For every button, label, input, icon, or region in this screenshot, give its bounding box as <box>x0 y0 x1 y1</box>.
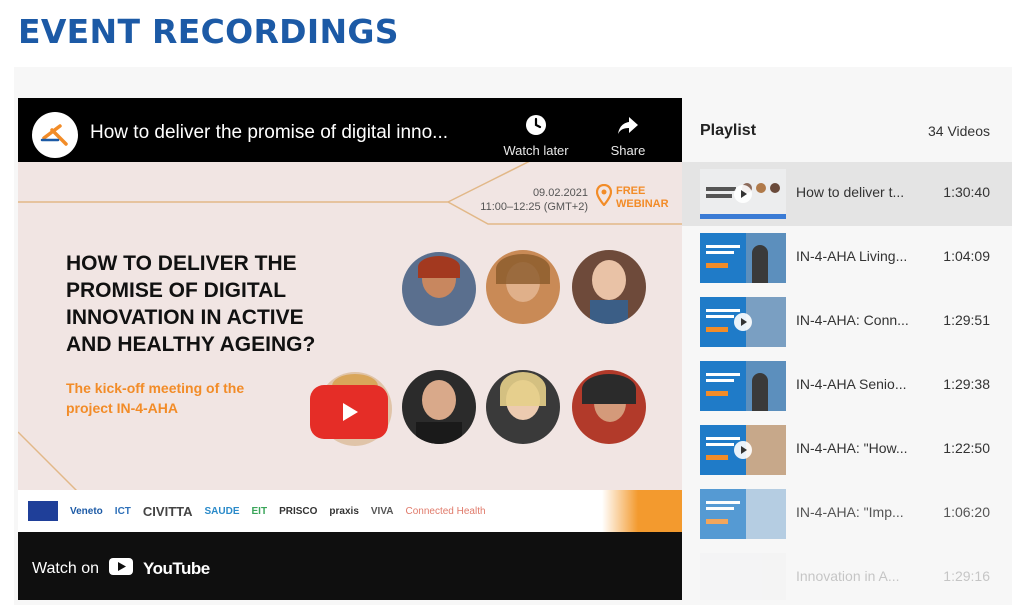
partner-logo: SAUDE <box>204 505 240 517</box>
playlist-item-duration: 1:29:51 <box>943 312 990 328</box>
page-title: EVENT RECORDINGS <box>18 12 399 51</box>
playlist-header: Playlist 34 Videos <box>682 98 1012 162</box>
partner-logo: PRISCO <box>279 505 318 517</box>
playlist-item-thumbnail <box>700 297 786 347</box>
speaker-photo <box>402 370 476 444</box>
playlist-item-duration: 1:29:16 <box>943 568 990 584</box>
share-button[interactable]: Share <box>588 112 668 158</box>
youtube-play-icon <box>109 558 133 580</box>
channel-x-icon <box>40 124 68 146</box>
speaker-portrait <box>476 250 570 324</box>
speaker-portrait <box>392 370 486 444</box>
video-player[interactable]: How to deliver the promise of digital in… <box>18 98 682 600</box>
partner-logo: ICT <box>114 505 131 517</box>
share-label: Share <box>610 143 646 158</box>
share-icon <box>588 112 668 140</box>
video-title[interactable]: How to deliver the promise of digital in… <box>90 122 448 144</box>
play-icon <box>343 403 358 421</box>
watch-on-label: Watch on <box>32 560 99 577</box>
watch-later-label: Watch later <box>503 143 569 158</box>
channel-logo[interactable] <box>32 112 78 158</box>
playlist-panel: Playlist 34 Videos How to deliver t... 1… <box>682 98 1012 600</box>
speaker-photo <box>572 370 646 444</box>
thumbnail-subline: The kick-off meeting of the project IN-4… <box>66 380 245 416</box>
playlist-item-thumbnail <box>700 489 786 539</box>
playlist-item[interactable]: Innovation in A... 1:29:16 <box>682 546 1012 600</box>
partner-logo: VIVA <box>370 505 394 517</box>
speaker-photo <box>486 250 560 324</box>
play-icon <box>734 441 752 459</box>
speaker-portrait <box>562 370 656 444</box>
thumbnail-headline: HOW TO DELIVER THE PROMISE OF DIGITAL IN… <box>66 252 316 356</box>
partner-logo: EIT <box>251 505 268 517</box>
playlist-item-title: Innovation in A... <box>796 568 900 584</box>
playlist-item-title: How to deliver t... <box>796 184 905 200</box>
playlist-item-duration: 1:30:40 <box>943 184 990 200</box>
clock-icon <box>496 112 576 140</box>
player-bottom-bar: Watch on YouTube <box>18 532 682 600</box>
partner-logos-bar: Veneto ICT CIVITTA SAUDE EIT PRISCO prax… <box>18 490 682 532</box>
partner-logo: Veneto <box>70 505 103 517</box>
speaker-portrait <box>476 370 570 444</box>
play-icon <box>734 313 752 331</box>
eu-flag-icon <box>28 501 58 521</box>
playlist-item[interactable]: How to deliver t... 1:30:40 <box>682 162 1012 226</box>
speaker-photo <box>572 250 646 324</box>
play-button[interactable] <box>310 385 388 439</box>
playlist-item-thumbnail <box>700 361 786 411</box>
speaker-portrait <box>392 252 486 326</box>
partner-logo: CIVITTA <box>142 503 193 519</box>
playlist-item-title: IN-4-AHA Senio... <box>796 376 907 392</box>
playlist-item[interactable]: IN-4-AHA: "Imp... 1:06:20 <box>682 482 1012 546</box>
playlist-title: Playlist <box>700 122 757 139</box>
playlist-item-duration: 1:06:20 <box>943 504 990 520</box>
webinar-date: 09.02.2021 11:00–12:25 (GMT+2) <box>470 186 588 214</box>
location-pin-icon <box>595 183 613 211</box>
speaker-photo <box>486 370 560 444</box>
playlist-item-thumbnail <box>700 169 786 219</box>
player-top-bar: How to deliver the promise of digital in… <box>18 98 682 162</box>
watch-later-button[interactable]: Watch later <box>496 112 576 158</box>
playlist-item-title: IN-4-AHA: "Imp... <box>796 504 904 520</box>
playlist-count: 34 Videos <box>927 123 990 139</box>
playlist-item[interactable]: IN-4-AHA Living... 1:04:09 <box>682 226 1012 290</box>
partner-logo: Connected Health <box>405 505 486 517</box>
speaker-photo <box>402 252 476 326</box>
playlist-item-title: IN-4-AHA Living... <box>796 248 908 264</box>
playlist-item[interactable]: IN-4-AHA Senio... 1:29:38 <box>682 354 1012 418</box>
playlist-item-duration: 1:22:50 <box>943 440 990 456</box>
playlist-item-thumbnail <box>700 233 786 283</box>
playlist-item-duration: 1:29:38 <box>943 376 990 392</box>
partner-logo: praxis <box>329 505 359 517</box>
youtube-wordmark: YouTube <box>143 559 210 578</box>
playlist-item[interactable]: IN-4-AHA: "How... 1:22:50 <box>682 418 1012 482</box>
webinar-date-text: 09.02.2021 <box>532 187 588 199</box>
webinar-time-text: 11:00–12:25 (GMT+2) <box>480 201 588 213</box>
playlist-item-duration: 1:04:09 <box>943 248 990 264</box>
playlist-item-title: IN-4-AHA: "How... <box>796 440 908 456</box>
playlist-item-thumbnail <box>700 553 786 600</box>
watch-on-youtube-link[interactable]: Watch on YouTube <box>32 558 210 580</box>
speaker-portrait <box>562 250 656 324</box>
playlist-item-title: IN-4-AHA: Conn... <box>796 312 909 328</box>
orange-gradient-strip <box>602 490 682 532</box>
play-icon <box>734 185 752 203</box>
playlist-item[interactable]: IN-4-AHA: Conn... 1:29:51 <box>682 290 1012 354</box>
video-thumbnail[interactable]: 09.02.2021 11:00–12:25 (GMT+2) FREE WEBI… <box>18 162 682 532</box>
free-webinar-badge: FREE WEBINAR <box>616 185 669 210</box>
playlist-item-thumbnail <box>700 425 786 475</box>
